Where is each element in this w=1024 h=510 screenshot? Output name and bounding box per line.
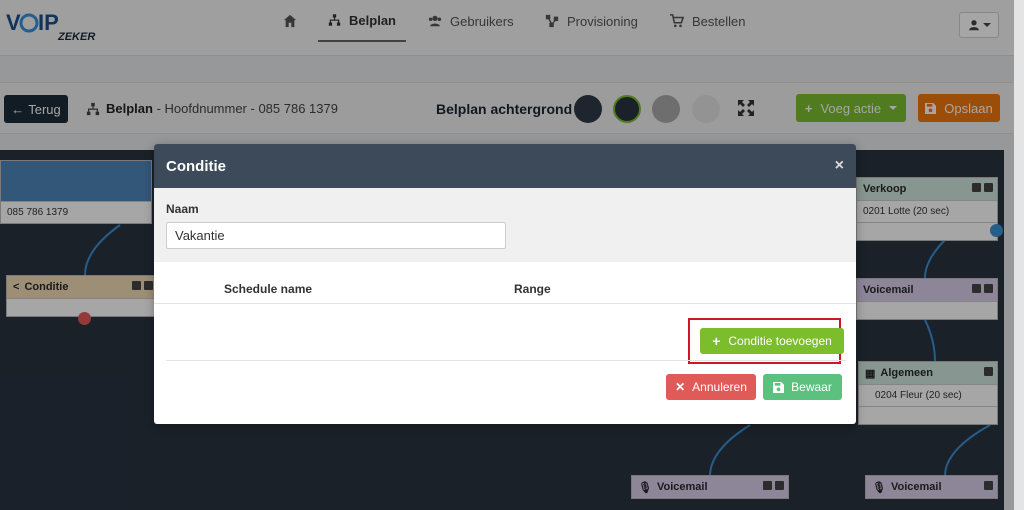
page-scrollbar[interactable] (1014, 0, 1024, 510)
name-label: Naam (166, 202, 199, 216)
floppy-icon (773, 381, 785, 393)
close-icon: ✕ (675, 380, 686, 394)
modal-title: Conditie (166, 157, 226, 175)
name-input[interactable] (166, 222, 506, 249)
add-condition-label: Conditie toevoegen (728, 334, 832, 348)
column-schedule-name: Schedule name (224, 282, 313, 296)
name-section: Naam (154, 188, 856, 262)
column-range: Range (514, 282, 551, 296)
cancel-button-label: Annuleren (692, 380, 747, 394)
modal-header: Conditie × (154, 144, 856, 188)
close-icon[interactable]: × (835, 158, 844, 174)
plus-icon: + (712, 333, 721, 349)
modal-divider (166, 360, 846, 361)
add-condition-button[interactable]: + Conditie toevoegen (700, 328, 844, 354)
cancel-button[interactable]: ✕ Annuleren (666, 374, 756, 400)
conditie-modal: Conditie × Naam Schedule name Range + Co… (154, 144, 856, 424)
bewaar-button-label: Bewaar (791, 380, 832, 394)
schedule-table-header: Schedule name Range (154, 270, 856, 304)
bewaar-button[interactable]: Bewaar (763, 374, 842, 400)
